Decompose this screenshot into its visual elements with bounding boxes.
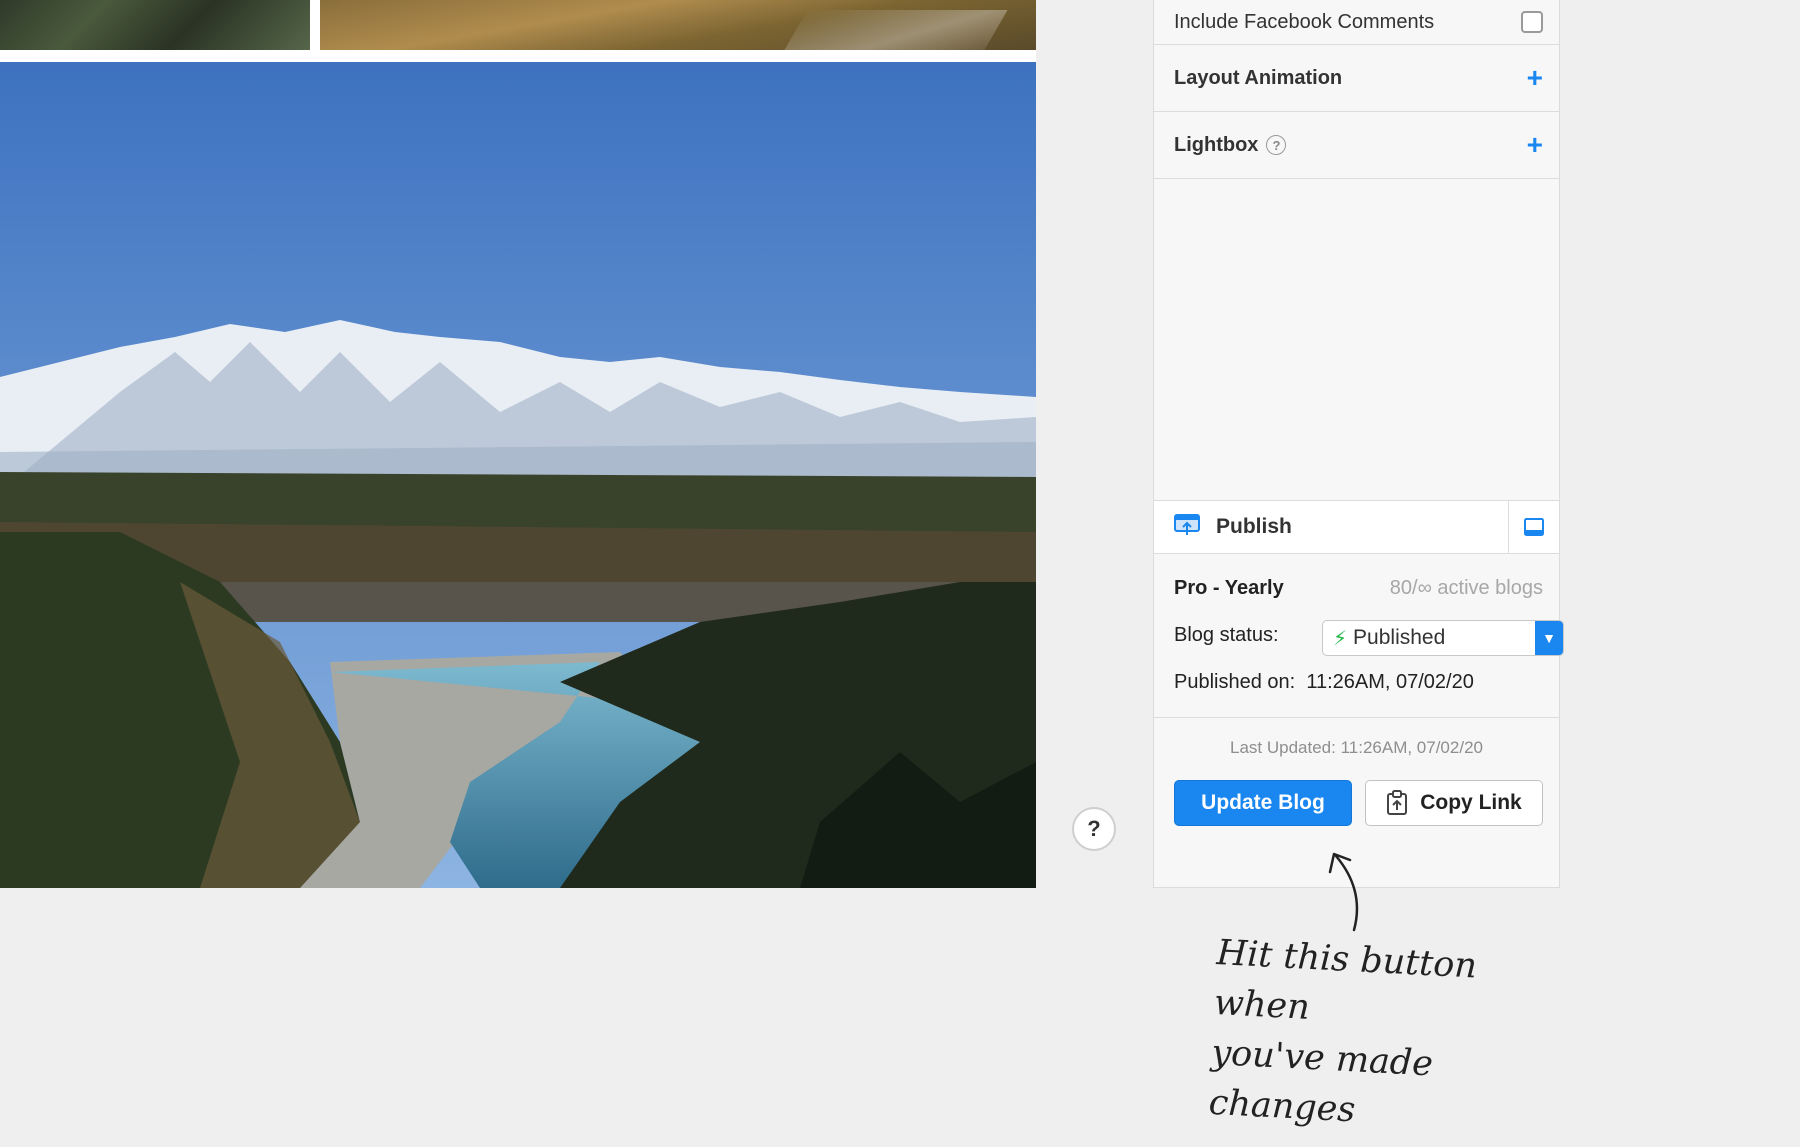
plus-icon[interactable]: +	[1527, 131, 1543, 159]
publish-tab[interactable]: Publish	[1154, 501, 1508, 553]
chevron-down-icon[interactable]: ▼	[1535, 621, 1563, 655]
publish-bar: Publish	[1154, 500, 1559, 554]
last-updated-text: Last Updated: 11:26AM, 07/02/20	[1230, 738, 1483, 757]
lightbox-label: Lightbox	[1174, 133, 1259, 156]
annotation-line-2: you've made changes	[1207, 1032, 1434, 1131]
copy-link-button[interactable]: Copy Link	[1365, 780, 1543, 826]
handwritten-annotation: Hit this button when you've made changes	[1208, 928, 1578, 1147]
include-facebook-comments-label: Include Facebook Comments	[1174, 10, 1435, 33]
divider	[1154, 717, 1559, 718]
gallery-thumbnail-left[interactable]	[0, 0, 310, 50]
published-on-value: 11:26AM, 07/02/20	[1306, 671, 1474, 693]
settings-panel: Include Facebook Comments Layout Animati…	[1153, 0, 1564, 888]
include-facebook-comments-row[interactable]: Include Facebook Comments	[1154, 0, 1559, 45]
plus-icon[interactable]: +	[1527, 64, 1543, 92]
photo-canvas	[0, 0, 1036, 888]
blog-status-select[interactable]: ⚡ Published ▼	[1322, 620, 1564, 656]
update-blog-button[interactable]: Update Blog	[1174, 780, 1352, 826]
hero-photo-mountains[interactable]	[0, 62, 1036, 888]
plan-usage: 80/∞ active blogs	[1389, 577, 1543, 599]
annotation-line-1: Hit this button when	[1213, 932, 1478, 1028]
plan-info: Pro - Yearly 80/∞ active blogs	[1174, 577, 1543, 600]
blog-status-value: Published	[1353, 626, 1446, 649]
published-on-label: Published on:	[1174, 671, 1296, 693]
help-button[interactable]: ?	[1072, 807, 1116, 851]
publish-label: Publish	[1216, 515, 1292, 538]
layout-animation-section[interactable]: Layout Animation +	[1154, 45, 1559, 112]
plan-name: Pro - Yearly	[1174, 577, 1284, 599]
gallery-thumbnail-right[interactable]	[320, 0, 1036, 50]
include-facebook-comments-checkbox[interactable]	[1521, 11, 1543, 33]
layout-animation-label: Layout Animation	[1174, 66, 1343, 89]
blog-status-row: Blog status: ⚡ Published ▼	[1174, 620, 1564, 656]
panel-dock-icon[interactable]	[1508, 501, 1559, 553]
published-on-row: Published on: 11:26AM, 07/02/20	[1174, 671, 1543, 694]
publish-icon	[1174, 513, 1200, 542]
help-circle-icon[interactable]: ?	[1266, 135, 1287, 156]
bolt-icon: ⚡	[1333, 627, 1348, 650]
clipboard-icon	[1386, 790, 1408, 816]
annotation-arrow	[1328, 852, 1359, 932]
copy-link-label: Copy Link	[1420, 791, 1522, 814]
lightbox-section[interactable]: Lightbox? +	[1154, 112, 1559, 179]
blog-status-label: Blog status:	[1174, 624, 1279, 646]
